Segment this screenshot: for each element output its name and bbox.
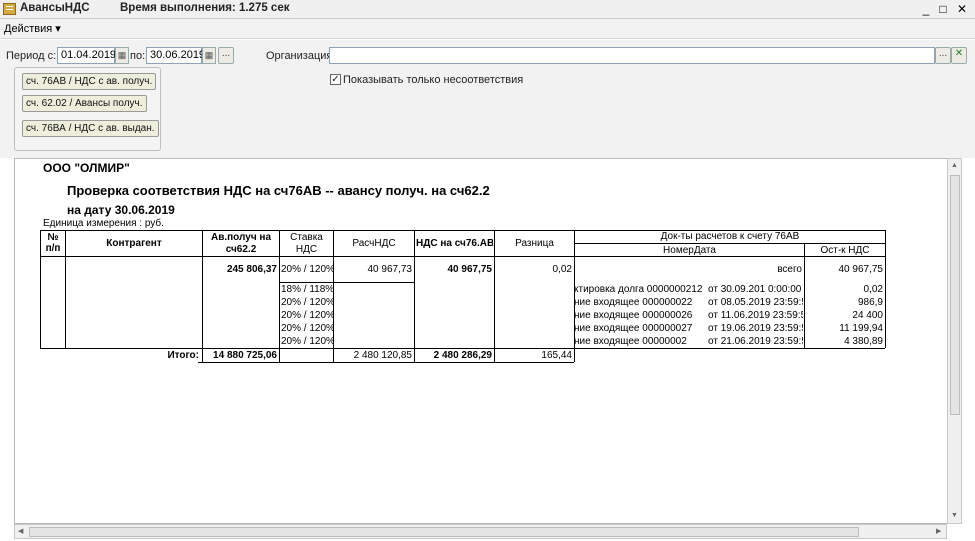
execution-time: Время выполнения: 1.275 сек: [120, 2, 290, 14]
organization-field[interactable]: [329, 47, 935, 64]
sub-row-date: от 08.05.2019 23:59:59: [708, 297, 803, 308]
col-header-documents: Док-ты расчетов к счету 76АВ: [660, 231, 800, 242]
only-mismatch-label: Показывать только несоответствия: [343, 74, 524, 86]
title-bar: АвансыНДС Время выполнения: 1.275 сек _ …: [0, 0, 975, 19]
filter-panel: Период с: 01.04.2019 ▦ по: 30.06.2019 ▦ …: [0, 40, 975, 158]
account-76av-button[interactable]: сч. 76АВ / НДС с ав. получ.: [22, 73, 157, 90]
period-from-label: Период с:: [6, 50, 57, 62]
calendar-to-icon[interactable]: ▦: [202, 47, 216, 64]
vertical-scroll-thumb[interactable]: [950, 175, 960, 415]
scroll-right-icon[interactable]: ▶: [936, 527, 941, 535]
sub-row-date: от 30.09.201 0:00:00: [708, 284, 802, 295]
col-header-vat-76av: НДС на сч76.АВ: [416, 238, 493, 249]
sub-row-date: от 19.06.2019 23:59:59: [708, 323, 803, 334]
report-unit: Единица измерения : руб.: [43, 218, 164, 229]
total-label: Итого:: [167, 350, 199, 361]
report-sheet[interactable]: ООО "ОЛМИР" Проверка соответствия НДС на…: [14, 158, 961, 524]
account-76va-button[interactable]: сч. 76ВА / НДС с ав. выдан.: [22, 120, 159, 137]
sub-row-balance: 986,9: [857, 297, 883, 308]
sub-row-rate: 20% / 120%: [281, 297, 333, 308]
cell-advance: 245 806,37: [226, 264, 277, 275]
cell-vat-balance: 40 967,75: [838, 264, 884, 275]
sub-row-doc: ктировка долга 0000000212: [574, 284, 703, 295]
vertical-scrollbar[interactable]: ▲ ▼: [947, 158, 962, 524]
report-title: Проверка соответствия НДС на сч76АВ -- а…: [67, 183, 490, 198]
menu-bar: Действия ▾: [0, 19, 975, 39]
sub-row-doc: ние входящее 000000022: [574, 297, 693, 308]
sub-row-rate: 18% / 118%: [281, 284, 333, 295]
report-date: на дату 30.06.2019: [67, 203, 175, 217]
period-to-label: по:: [130, 50, 146, 62]
organization-label: Организация:: [266, 50, 336, 62]
total-vat-76av: 2 480 286,29: [433, 350, 492, 361]
sub-row-date: от 21.06.2019 23:59:59: [708, 336, 803, 347]
close-button[interactable]: ✕: [954, 2, 970, 16]
col-header-difference: Разница: [515, 238, 554, 249]
sub-row-date: от 11.06.2019 23:59:59: [708, 310, 803, 321]
col-header-vat-balance: Ост-к НДС: [820, 245, 870, 256]
col-header-number-date: НомерДата: [663, 245, 716, 256]
period-from-field[interactable]: 01.04.2019: [57, 47, 116, 64]
cell-vat-76av: 40 967,75: [447, 264, 493, 275]
organization-clear-icon[interactable]: ✕: [951, 47, 967, 64]
sub-row-balance: 24 400: [852, 310, 883, 321]
app-icon: [3, 3, 16, 15]
sub-row-doc: ние входящее 000000026: [574, 310, 693, 321]
col-header-number: № п/п: [45, 232, 61, 254]
horizontal-scrollbar[interactable]: ◀ ▶: [14, 524, 947, 539]
cell-difference: 0,02: [552, 264, 572, 275]
sub-row-doc: ние входящее 00000002: [574, 336, 687, 347]
col-header-advance: Ав.получ на сч62.2: [210, 232, 271, 255]
window-title: АвансыНДС: [20, 2, 90, 14]
minimize-button[interactable]: _: [918, 2, 934, 16]
account-6202-button[interactable]: сч. 62.02 / Авансы получ.: [22, 95, 147, 112]
col-header-calc-vat: РасчНДС: [352, 238, 396, 249]
sub-row-rate: 20% / 120%: [281, 310, 333, 321]
actions-menu[interactable]: Действия ▾: [4, 22, 61, 35]
sub-row-doc: ние входящее 000000027: [574, 323, 693, 334]
account-buttons-group: сч. 76АВ / НДС с ав. получ. сч. 62.02 / …: [14, 67, 161, 151]
total-calc-vat: 2 480 120,85: [353, 350, 412, 361]
sub-row-balance: 0,02: [863, 284, 883, 295]
scroll-down-icon[interactable]: ▼: [951, 512, 958, 519]
cell-vat-rate: 20% / 120%: [281, 264, 333, 275]
calendar-from-icon[interactable]: ▦: [115, 47, 129, 64]
total-difference: 165,44: [541, 350, 572, 361]
total-advance: 14 880 725,06: [213, 350, 277, 361]
report-organization: ООО "ОЛМИР": [43, 161, 130, 175]
col-header-vat-rate: Ставка НДС: [290, 232, 323, 255]
scroll-up-icon[interactable]: ▲: [951, 162, 958, 169]
cell-doc-total: всего: [777, 264, 802, 275]
cell-calc-vat: 40 967,73: [367, 264, 413, 275]
sub-row-balance: 4 380,89: [844, 336, 883, 347]
period-to-field[interactable]: 30.06.2019: [146, 47, 205, 64]
scroll-left-icon[interactable]: ◀: [18, 527, 23, 535]
sub-row-balance: 11 199,94: [839, 323, 883, 334]
sub-row-rate: 20% / 120%: [281, 336, 333, 347]
organization-select-button[interactable]: ...: [935, 47, 951, 64]
horizontal-scroll-thumb[interactable]: [29, 527, 859, 537]
period-select-button[interactable]: ...: [218, 47, 234, 64]
only-mismatch-checkbox[interactable]: ✓: [330, 74, 341, 85]
sub-row-rate: 20% / 120%: [281, 323, 333, 334]
col-header-contractor: Контрагент: [106, 238, 162, 249]
maximize-button[interactable]: □: [935, 2, 951, 16]
